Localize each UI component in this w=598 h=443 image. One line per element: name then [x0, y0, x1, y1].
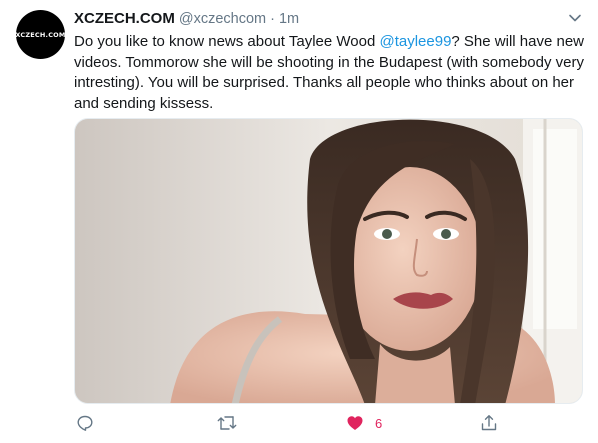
share-icon[interactable]	[480, 412, 498, 434]
like-count: 6	[375, 415, 383, 431]
avatar-logo-text: XCZECH.COM	[15, 30, 66, 39]
heart-icon	[347, 416, 363, 430]
reply-bubble-icon[interactable]	[76, 412, 94, 434]
like-button[interactable]: 6	[346, 412, 382, 434]
tweet-actions: 6	[74, 412, 586, 434]
tweet-text: Do you like to know news about Taylee Wo…	[74, 32, 586, 114]
chevron-down-icon[interactable]	[568, 11, 582, 25]
separator-dot: ·	[270, 11, 275, 27]
retweet-icon[interactable]	[216, 412, 238, 434]
tweet-photo[interactable]	[74, 118, 583, 404]
timestamp[interactable]: 1m	[279, 11, 299, 27]
tweet-text-part1: Do you like to know news about Taylee Wo…	[74, 33, 380, 50]
avatar[interactable]: XCZECH.COM	[15, 10, 66, 59]
mention-link[interactable]: @taylee99	[379, 33, 451, 50]
tweet-header: XCZECH.COM @xczechcom · 1m	[74, 10, 299, 30]
user-handle[interactable]: @xczechcom	[179, 11, 266, 27]
tweet[interactable]: XCZECH.COM XCZECH.COM @xczechcom · 1m Do…	[0, 0, 598, 443]
display-name[interactable]: XCZECH.COM	[74, 10, 175, 27]
